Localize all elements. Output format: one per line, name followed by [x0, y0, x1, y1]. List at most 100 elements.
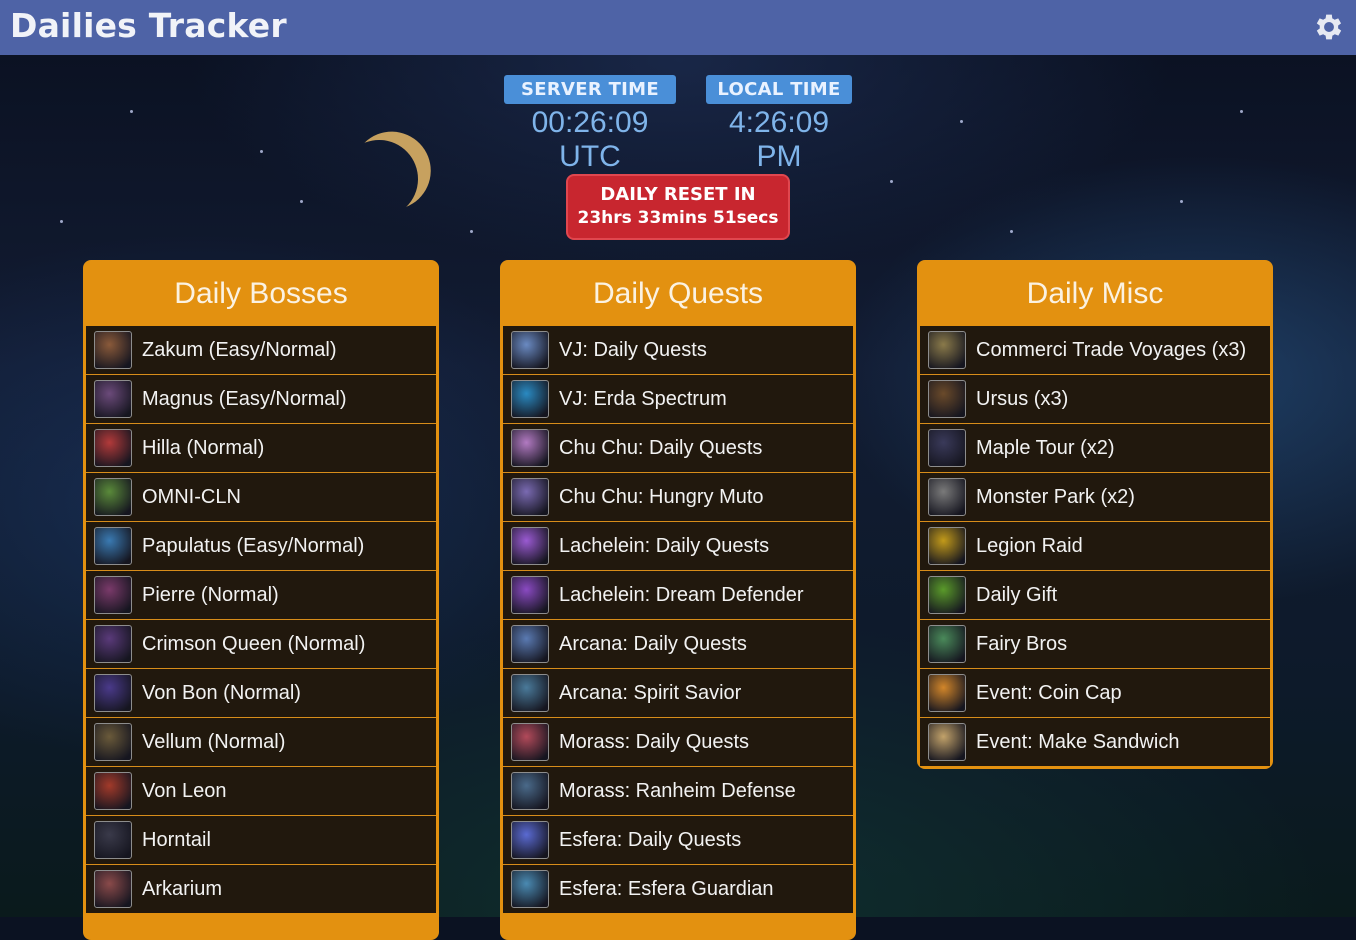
list-item[interactable]: Monster Park (x2) — [920, 472, 1270, 521]
list-item[interactable]: Lachelein: Daily Quests — [503, 521, 853, 570]
list-item-label: Arcana: Daily Quests — [559, 632, 747, 655]
list-item[interactable]: Fairy Bros — [920, 619, 1270, 668]
server-time-label: SERVER TIME — [504, 75, 676, 104]
list-item-label: Papulatus (Easy/Normal) — [142, 534, 365, 557]
mushroom-cap-icon — [928, 674, 966, 712]
list-item-label: Maple Tour (x2) — [976, 436, 1115, 459]
list-item[interactable]: Morass: Ranheim Defense — [503, 766, 853, 815]
list-item[interactable]: Esfera: Daily Quests — [503, 815, 853, 864]
daily-quests-list: VJ: Daily Quests VJ: Erda Spectrum Chu Chu… — [503, 326, 853, 913]
list-item[interactable]: Arkarium — [86, 864, 436, 913]
list-item-label: Crimson Queen (Normal) — [142, 632, 366, 655]
zakum-icon — [94, 331, 132, 369]
list-item-label: Arcana: Spirit Savior — [559, 681, 742, 704]
list-item[interactable]: Hilla (Normal) — [86, 423, 436, 472]
list-item[interactable]: Maple Tour (x2) — [920, 423, 1270, 472]
hilla-icon — [94, 429, 132, 467]
esfera-icon — [511, 821, 549, 859]
local-time-value: 4:26:09 PM — [728, 106, 830, 173]
list-item-label: Horntail — [142, 828, 211, 851]
hungry-muto-icon — [511, 478, 549, 516]
daily-quests-panel: Daily Quests VJ: Daily Quests VJ: Erda Sp… — [500, 260, 856, 940]
server-time-value: 00:26:09 UTC — [531, 106, 649, 173]
list-item[interactable]: Commerci Trade Voyages (x3) — [920, 326, 1270, 374]
list-item[interactable]: Ursus (x3) — [920, 374, 1270, 423]
list-item[interactable]: Horntail — [86, 815, 436, 864]
daily-reset-countdown: 23hrs 33mins 51secs — [577, 208, 779, 228]
list-item-label: Vellum (Normal) — [142, 730, 286, 753]
esfera-guardian-icon — [511, 870, 549, 908]
list-item-label: VJ: Daily Quests — [559, 338, 707, 361]
list-item-label: Daily Gift — [976, 583, 1058, 606]
list-item-label: Legion Raid — [976, 534, 1083, 557]
header-bar: Dailies Tracker — [0, 0, 1356, 55]
app-title: Dailies Tracker — [10, 6, 287, 45]
list-item[interactable]: OMNI-CLN — [86, 472, 436, 521]
list-item-label: OMNI-CLN — [142, 485, 241, 508]
list-item-label: Monster Park (x2) — [976, 485, 1135, 508]
list-item[interactable]: Vellum (Normal) — [86, 717, 436, 766]
erda-drop-icon — [511, 380, 549, 418]
maple-tour-icon — [928, 429, 966, 467]
list-item[interactable]: Esfera: Esfera Guardian — [503, 864, 853, 913]
butterfly-icon — [511, 576, 549, 614]
list-item[interactable]: Event: Make Sandwich — [920, 717, 1270, 766]
papulatus-icon — [94, 527, 132, 565]
list-item[interactable]: Pierre (Normal) — [86, 570, 436, 619]
sandwich-icon — [928, 723, 966, 761]
list-item[interactable]: Legion Raid — [920, 521, 1270, 570]
list-item[interactable]: Papulatus (Easy/Normal) — [86, 521, 436, 570]
list-item[interactable]: Arcana: Spirit Savior — [503, 668, 853, 717]
list-item[interactable]: Arcana: Daily Quests — [503, 619, 853, 668]
omni-cln-icon — [94, 478, 132, 516]
local-time: LOCAL TIME 4:26:09 PM — [706, 75, 852, 174]
list-item-label: Commerci Trade Voyages (x3) — [976, 338, 1247, 361]
ursus-icon — [928, 380, 966, 418]
list-item-label: VJ: Erda Spectrum — [559, 387, 727, 410]
panel-title: Daily Bosses — [174, 277, 348, 310]
list-item[interactable]: Chu Chu: Hungry Muto — [503, 472, 853, 521]
list-item[interactable]: Morass: Daily Quests — [503, 717, 853, 766]
list-item-label: Event: Make Sandwich — [976, 730, 1180, 753]
list-item[interactable]: Event: Coin Cap — [920, 668, 1270, 717]
list-item[interactable]: Chu Chu: Daily Quests — [503, 423, 853, 472]
list-item[interactable]: Von Bon (Normal) — [86, 668, 436, 717]
list-item[interactable]: VJ: Daily Quests — [503, 326, 853, 374]
magnus-icon — [94, 380, 132, 418]
gift-icon — [928, 576, 966, 614]
chu-chu-icon — [511, 429, 549, 467]
pierre-icon — [94, 576, 132, 614]
spirit-savior-icon — [511, 674, 549, 712]
vellum-icon — [94, 723, 132, 761]
commerci-icon — [928, 331, 966, 369]
monster-park-icon — [928, 478, 966, 516]
gear-icon[interactable] — [1312, 10, 1346, 44]
list-item[interactable]: Crimson Queen (Normal) — [86, 619, 436, 668]
fairy-bros-icon — [928, 625, 966, 663]
list-item-label: Von Leon — [142, 779, 227, 802]
list-item[interactable]: VJ: Erda Spectrum — [503, 374, 853, 423]
list-item-label: Pierre (Normal) — [142, 583, 279, 606]
moon-decoration — [334, 134, 424, 224]
list-item-label: Zakum (Easy/Normal) — [142, 338, 337, 361]
list-item-label: Chu Chu: Hungry Muto — [559, 485, 764, 508]
list-item-label: Esfera: Daily Quests — [559, 828, 742, 851]
list-item[interactable]: Zakum (Easy/Normal) — [86, 326, 436, 374]
daily-reset-label: DAILY RESET IN — [600, 184, 756, 205]
list-item[interactable]: Lachelein: Dream Defender — [503, 570, 853, 619]
list-item-label: Hilla (Normal) — [142, 436, 265, 459]
list-item-label: Morass: Ranheim Defense — [559, 779, 796, 802]
panel-title: Daily Misc — [1026, 277, 1164, 310]
server-time: SERVER TIME 00:26:09 UTC — [504, 75, 676, 174]
list-item-label: Morass: Daily Quests — [559, 730, 750, 753]
list-item-label: Lachelein: Dream Defender — [559, 583, 804, 606]
list-item[interactable]: Von Leon — [86, 766, 436, 815]
legion-coin-icon — [928, 527, 966, 565]
ranheim-defense-icon — [511, 772, 549, 810]
arkarium-icon — [94, 870, 132, 908]
von-leon-icon — [94, 772, 132, 810]
list-item[interactable]: Daily Gift — [920, 570, 1270, 619]
list-item-label: Lachelein: Daily Quests — [559, 534, 770, 557]
lachelein-icon — [511, 527, 549, 565]
list-item[interactable]: Magnus (Easy/Normal) — [86, 374, 436, 423]
